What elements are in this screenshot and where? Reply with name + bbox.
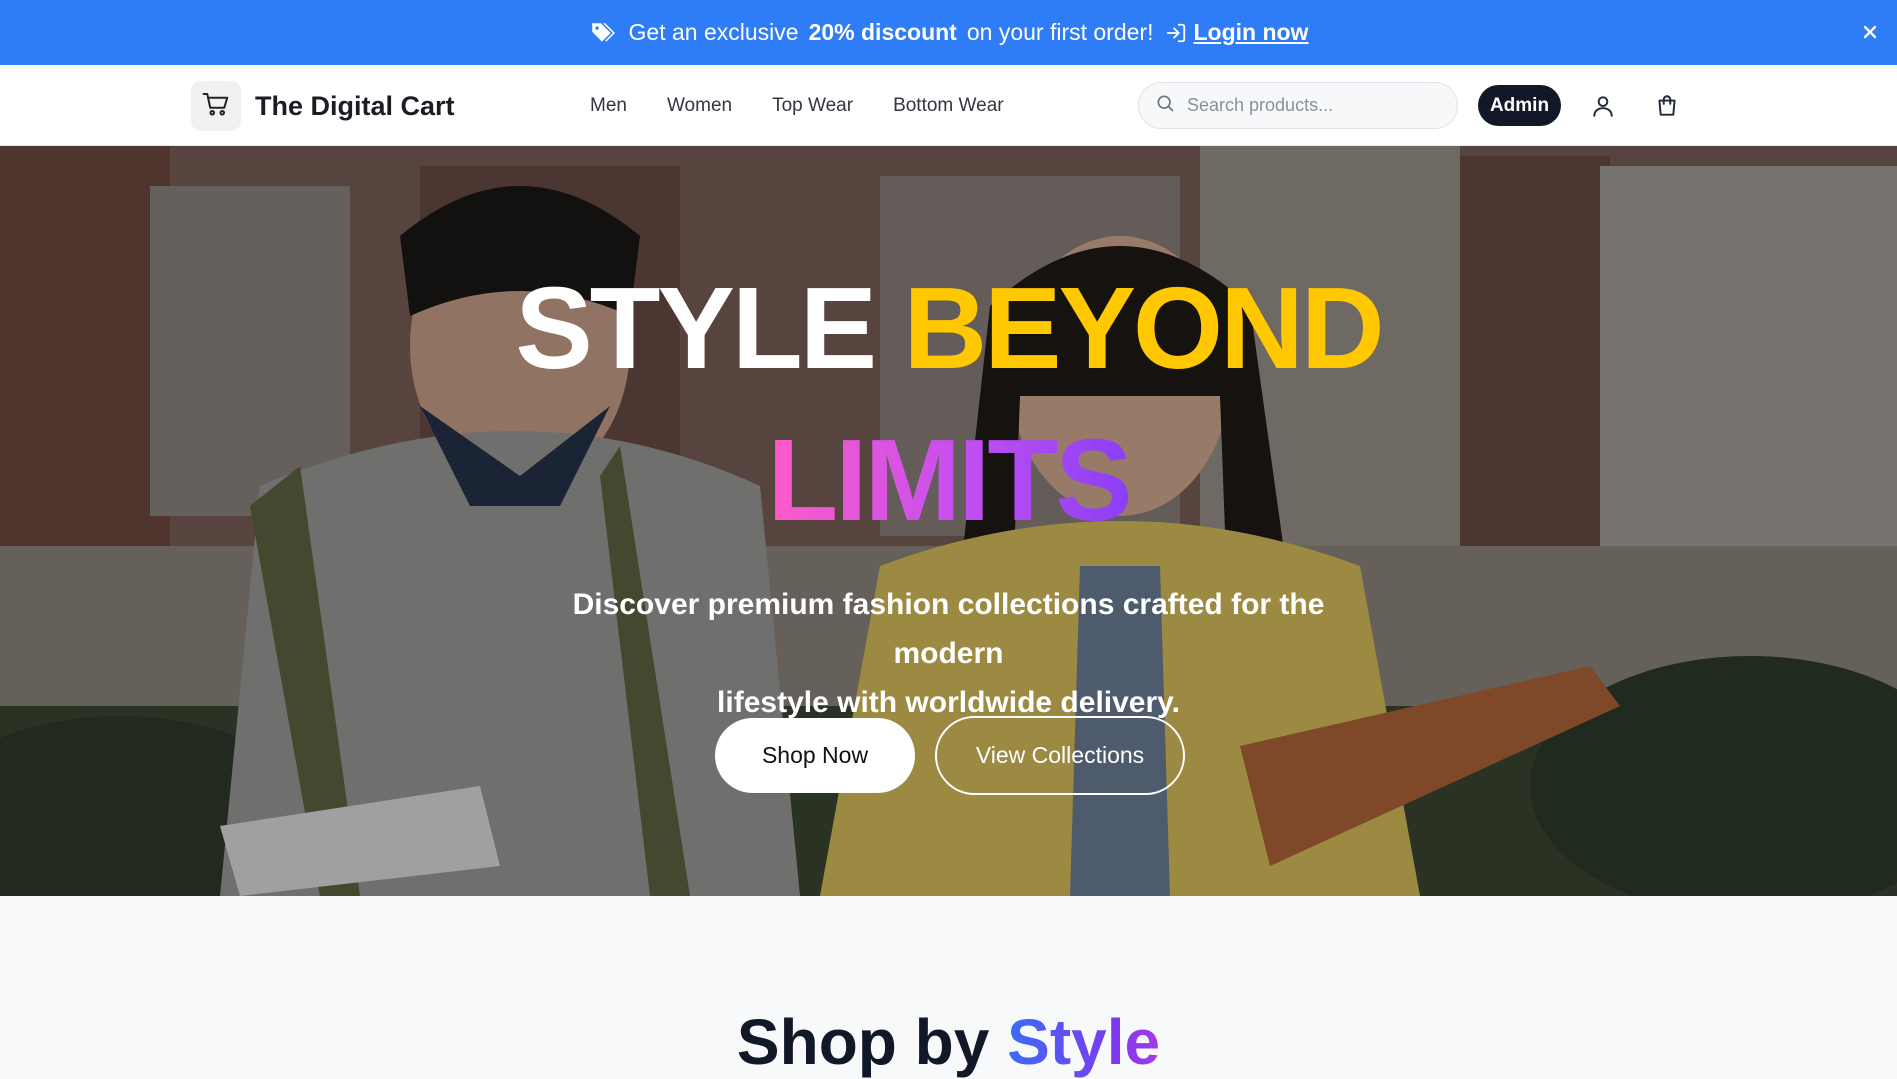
promo-banner: Get an exclusive 20% discount on your fi… xyxy=(0,0,1897,65)
user-icon[interactable] xyxy=(1590,93,1616,119)
section-title-part1: Shop by xyxy=(736,1006,990,1078)
hero-content: STYLE BEYOND LIMITS Discover premium fas… xyxy=(0,146,1897,896)
shopping-cart-icon xyxy=(201,89,231,124)
shop-by-style-heading: Shop by Style xyxy=(0,1010,1897,1074)
view-collections-button[interactable]: View Collections xyxy=(935,716,1185,795)
section-title-part2: Style xyxy=(1007,1006,1161,1078)
hero-section: STYLE BEYOND LIMITS Discover premium fas… xyxy=(0,146,1897,896)
headline-limits: LIMITS xyxy=(767,415,1132,545)
promo-text-after: on your first order! xyxy=(966,19,1154,45)
headline-style: STYLE xyxy=(515,263,877,393)
nav-bottom-wear[interactable]: Bottom Wear xyxy=(893,95,1004,117)
hero-subtitle-line1: Discover premium fashion collections cra… xyxy=(572,588,1325,670)
login-arrow-icon xyxy=(1165,22,1187,44)
site-header: The Digital Cart Men Women Top Wear Bott… xyxy=(0,65,1897,146)
headline-beyond: BEYOND xyxy=(903,263,1384,393)
logo[interactable] xyxy=(191,81,241,131)
hero-headline-line1: STYLE BEYOND xyxy=(0,270,1897,386)
promo-text: Get an exclusive xyxy=(628,19,799,45)
hero-subtitle: Discover premium fashion collections cra… xyxy=(520,580,1377,727)
search-box xyxy=(1138,82,1458,129)
brand-name[interactable]: The Digital Cart xyxy=(255,91,455,122)
search-icon[interactable] xyxy=(1155,93,1175,118)
promo-highlight: 20% discount xyxy=(808,19,957,45)
login-now-link[interactable]: Login now xyxy=(1193,19,1308,46)
shop-now-button[interactable]: Shop Now xyxy=(715,718,915,793)
close-icon[interactable] xyxy=(1857,19,1883,45)
nav-top-wear[interactable]: Top Wear xyxy=(772,95,853,117)
nav-men[interactable]: Men xyxy=(590,95,627,117)
hero-subtitle-line2: lifestyle with worldwide delivery. xyxy=(717,686,1180,719)
nav-women[interactable]: Women xyxy=(667,95,732,117)
main-nav: Men Women Top Wear Bottom Wear xyxy=(590,95,1004,117)
hero-headline-line2: LIMITS xyxy=(0,422,1897,538)
shopping-bag-icon[interactable] xyxy=(1654,93,1680,119)
admin-button[interactable]: Admin xyxy=(1478,85,1561,126)
search-input[interactable] xyxy=(1187,95,1427,116)
tag-icon xyxy=(589,20,615,46)
